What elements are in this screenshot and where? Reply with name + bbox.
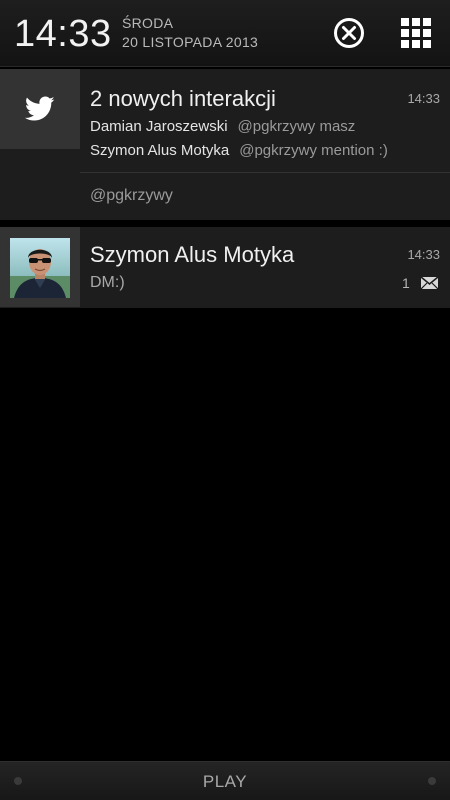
drag-handle-right [428, 777, 436, 785]
notification-shade: 14:33 ŚRODA 20 LISTOPADA 2013 2 nowych i… [0, 0, 450, 800]
notification-time: 14:33 [407, 91, 440, 106]
interaction-text: @pgkrzywy mention :) [239, 142, 388, 159]
avatar [10, 238, 70, 298]
divider [80, 172, 450, 173]
interaction-line: Damian Jaroszewski @pgkrzywy masz [90, 118, 355, 135]
quick-settings-button[interactable] [400, 17, 432, 49]
mail-icon [421, 277, 438, 289]
clear-notifications-button[interactable] [332, 16, 366, 50]
twitter-notification[interactable]: 2 nowych interakcji 14:33 Damian Jarosze… [0, 69, 450, 220]
carrier-bar[interactable]: PLAY [0, 761, 450, 800]
interaction-line: Szymon Alus Motyka @pgkrzywy mention :) [90, 142, 388, 159]
status-header: 14:33 ŚRODA 20 LISTOPADA 2013 [0, 0, 450, 67]
direct-message-notification[interactable]: Szymon Alus Motyka 14:33 DM:) 1 [0, 227, 450, 308]
account-label: @pgkrzywy [90, 187, 173, 204]
date-label: 20 LISTOPADA 2013 [122, 34, 259, 50]
close-circle-icon [334, 18, 364, 48]
clock: 14:33 [14, 13, 112, 55]
avatar-box [0, 227, 80, 307]
interaction-user: Szymon Alus Motyka [90, 142, 230, 159]
day-label: ŚRODA [122, 15, 174, 31]
notification-time: 14:33 [407, 247, 440, 262]
app-icon-box [0, 69, 80, 149]
notification-title: 2 nowych interakcji [90, 86, 276, 111]
interaction-text: @pgkrzywy masz [237, 118, 356, 135]
message-preview: DM:) [90, 274, 125, 291]
date-block: ŚRODA 20 LISTOPADA 2013 [122, 14, 258, 52]
twitter-icon [25, 96, 55, 121]
grid-icon [401, 18, 431, 48]
interaction-user: Damian Jaroszewski [90, 118, 228, 135]
carrier-label: PLAY [202, 772, 248, 791]
sender-name: Szymon Alus Motyka [90, 242, 295, 267]
message-count: 1 [402, 275, 410, 291]
